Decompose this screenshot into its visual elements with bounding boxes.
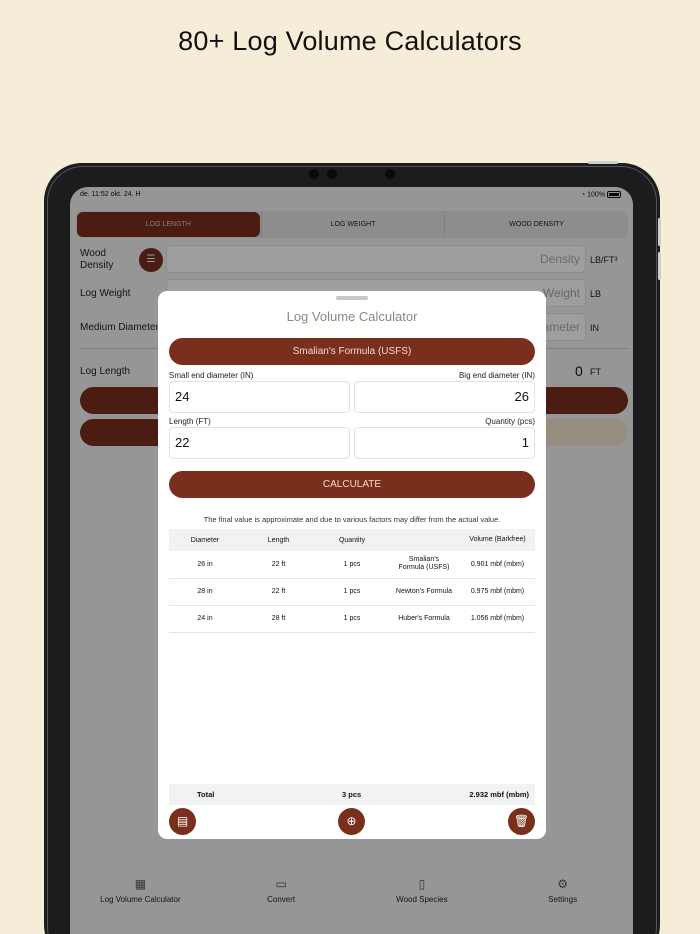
headline: 80+ Log Volume Calculators — [178, 26, 522, 56]
big-end-input[interactable]: 26 — [354, 381, 535, 413]
length-input[interactable]: 22 — [169, 427, 350, 459]
side-button — [658, 252, 661, 280]
header-volume: Volume (Barkfree) — [469, 536, 526, 543]
cell-length: 22 ft — [241, 551, 316, 579]
side-button — [658, 218, 661, 246]
cell-volume: 0.975 mbf (mbm) — [460, 578, 535, 606]
formula-select-button[interactable]: Smalian's Formula (USFS) — [169, 338, 535, 365]
camera-dot — [327, 169, 337, 179]
table-header-row: Diameter Length Quantity Volume (Barkfre… — [169, 529, 535, 551]
length-label: Length (FT) — [169, 417, 211, 426]
results-table: Diameter Length Quantity Volume (Barkfre… — [169, 529, 535, 633]
cell-quantity: 1 pcs — [316, 578, 388, 606]
quantity-input[interactable]: 1 — [354, 427, 535, 459]
camera-dot — [385, 169, 395, 179]
quantity-label: Quantity (pcs) — [485, 417, 535, 426]
cell-formula: Smalian's Formula (USFS) — [388, 551, 460, 579]
header-diameter: Diameter — [190, 536, 220, 544]
table-row[interactable]: 24 in 28 ft 1 pcs Huber's Formula 1.056 … — [169, 605, 535, 633]
total-row: Total 3 pcs 2.932 mbf (mbm) — [169, 784, 535, 805]
total-label: Total — [197, 790, 215, 799]
cell-formula: Newton's Formula — [388, 578, 460, 606]
sheet-title: Log Volume Calculator — [286, 309, 418, 324]
cell-length: 22 ft — [241, 578, 316, 606]
big-end-label: Big end diameter (IN) — [458, 371, 535, 380]
total-volume: 2.932 mbf (mbm) — [469, 790, 529, 799]
trash-icon[interactable]: 🗑 — [508, 808, 535, 835]
header-length: Length — [267, 536, 290, 544]
side-button — [588, 161, 618, 164]
table-row[interactable]: 26 in 22 ft 1 pcs Smalian's Formula (USF… — [169, 551, 535, 579]
cell-diameter: 26 in — [169, 551, 241, 579]
header-quantity: Quantity — [338, 536, 366, 544]
total-quantity: 3 pcs — [342, 790, 362, 799]
small-end-label: Small end diameter (IN) — [169, 371, 254, 380]
log-volume-sheet: Log Volume Calculator Smalian's Formula … — [158, 291, 546, 839]
zoom-in-icon[interactable]: ⊕ — [338, 808, 365, 835]
cell-diameter: 28 in — [169, 578, 241, 606]
header-formula — [388, 529, 460, 551]
cell-quantity: 1 pcs — [316, 551, 388, 579]
cell-diameter: 24 in — [169, 605, 241, 633]
cell-volume: 0.901 mbf (mbm) — [460, 551, 535, 579]
calculate-button[interactable]: CALCULATE — [169, 471, 535, 498]
history-icon[interactable]: ▤ — [169, 808, 196, 835]
sheet-grabber[interactable] — [336, 296, 368, 300]
small-end-input[interactable]: 24 — [169, 381, 350, 413]
camera-dot — [309, 169, 319, 179]
disclaimer-note: The final value is approximate and due t… — [203, 515, 501, 524]
table-row[interactable]: 28 in 22 ft 1 pcs Newton's Formula 0.975… — [169, 578, 535, 606]
cell-volume: 1.056 mbf (mbm) — [460, 605, 535, 633]
cell-quantity: 1 pcs — [316, 605, 388, 633]
cell-length: 28 ft — [241, 605, 316, 633]
cell-formula: Huber's Formula — [388, 605, 460, 633]
